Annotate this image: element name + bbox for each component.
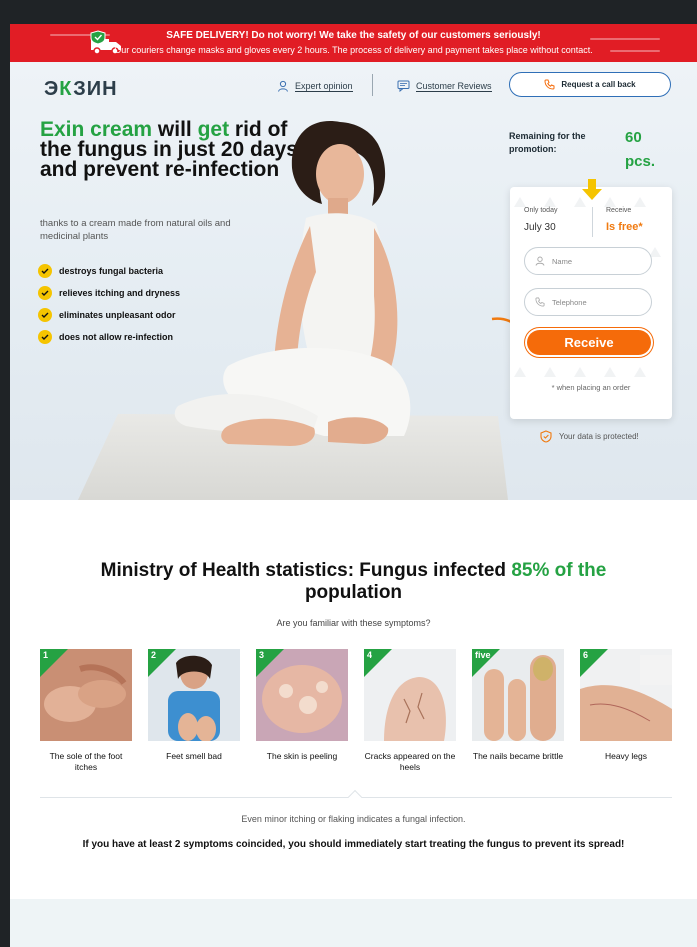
check-icon	[38, 264, 52, 278]
protected-text: Your data is protected!	[559, 432, 639, 441]
next-section-background	[10, 899, 697, 947]
order-form: Only today July 30 Receive Is free* Name…	[510, 179, 672, 419]
symptom-image: five	[472, 649, 564, 741]
nav-customer-reviews[interactable]: Customer Reviews	[397, 80, 492, 92]
user-icon	[278, 80, 288, 92]
symptom-image: 1	[40, 649, 132, 741]
safe-delivery-banner: SAFE DELIVERY! Do not worry! We take the…	[10, 24, 697, 62]
stats-subtitle: Are you familiar with these symptoms?	[276, 618, 431, 628]
symptom-image: 3	[256, 649, 348, 741]
symptom-card: five The nails became brittle	[472, 649, 564, 762]
user-icon	[535, 256, 545, 266]
count-unit: pcs.	[625, 153, 656, 170]
receive-button[interactable]: Receive	[527, 330, 651, 355]
count-value: 60	[625, 129, 642, 146]
nav-label: Customer Reviews	[416, 80, 492, 92]
request-call-button[interactable]: Request a call back	[509, 72, 671, 97]
symptom-number: 1	[43, 650, 49, 660]
free-label: Is free*	[606, 221, 643, 233]
symptom-card: 1 The sole of the foot itches	[40, 649, 132, 773]
treatment-advice: If you have at least 2 symptoms coincide…	[82, 839, 625, 850]
infection-note: Even minor itching or flaking indicates …	[241, 814, 466, 824]
data-protected-notice: Your data is protected!	[540, 430, 639, 443]
logo-part: Э	[44, 78, 60, 100]
symptom-number: 4	[367, 650, 373, 660]
symptom-caption: Cracks appeared on the heels	[364, 751, 456, 772]
order-note: * when placing an order	[551, 383, 631, 392]
call-label: Request a call back	[561, 80, 636, 89]
title-part: 85% of the	[511, 560, 607, 581]
symptom-number: 3	[259, 650, 265, 660]
offer-date: July 30	[524, 222, 556, 233]
check-icon	[38, 330, 52, 344]
symptom-card: 6 Heavy legs	[580, 649, 672, 762]
logo-part: К	[59, 78, 74, 100]
nav-label: Expert opinion	[295, 80, 353, 92]
phone-placeholder: Telephone	[552, 297, 587, 307]
symptom-caption: Feet smell bad	[166, 751, 222, 761]
hero-section: ЭКЗИН Expert opinion Customer Reviews Re…	[10, 62, 697, 500]
woman-sitting-image	[78, 121, 508, 500]
symptom-caption: The nails became brittle	[472, 751, 564, 761]
logo[interactable]: ЭКЗИН	[44, 78, 118, 101]
symptom-image: 4	[364, 649, 456, 741]
phone-icon	[535, 297, 545, 307]
symptom-caption: Heavy legs	[604, 751, 648, 761]
title-part: population	[304, 582, 403, 603]
symptom-caption: The sole of the foot itches	[49, 751, 123, 772]
banner-text: Our couriers change masks and gloves eve…	[114, 45, 593, 55]
name-field[interactable]: Name	[524, 247, 652, 275]
nav-divider	[372, 74, 373, 96]
check-icon	[38, 308, 52, 322]
symptom-number: 6	[583, 650, 589, 660]
arrow-down-icon	[582, 179, 602, 200]
name-placeholder: Name	[552, 256, 573, 266]
phone-field[interactable]: Telephone	[524, 288, 652, 316]
offer-divider	[592, 207, 593, 237]
symptom-card: 2 Feet smell bad	[148, 649, 240, 762]
promotion-remaining-label: Remaining for the promotion:	[509, 131, 586, 154]
landing-page: SAFE DELIVERY! Do not worry! We take the…	[10, 24, 697, 947]
symptom-caption: The skin is peeling	[266, 751, 338, 761]
symptom-image: 2	[148, 649, 240, 741]
stats-title: Ministry of Health statistics: Fungus in…	[50, 560, 657, 604]
symptom-card: 3 The skin is peeling	[256, 649, 348, 762]
symptom-card: 4 Cracks appeared on the heels	[364, 649, 456, 773]
phone-icon	[544, 79, 555, 90]
symptom-image: 6	[580, 649, 672, 741]
logo-part: ЗИН	[73, 78, 118, 100]
only-today-label: Only today	[524, 207, 558, 214]
symptom-number: 2	[151, 650, 157, 660]
receive-label: Receive	[606, 207, 632, 214]
promotion-count: 60 pcs.	[625, 126, 655, 174]
banner-title: SAFE DELIVERY! Do not worry! We take the…	[166, 30, 541, 41]
title-part: Ministry of Health statistics: Fungus in…	[100, 560, 512, 581]
shield-icon	[540, 430, 552, 443]
form-pattern	[514, 197, 661, 377]
nav-expert-opinion[interactable]: Expert opinion	[277, 80, 353, 92]
divider-notch	[347, 789, 363, 805]
chat-icon	[397, 80, 410, 92]
symptom-number: five	[475, 650, 491, 660]
check-icon	[38, 286, 52, 300]
